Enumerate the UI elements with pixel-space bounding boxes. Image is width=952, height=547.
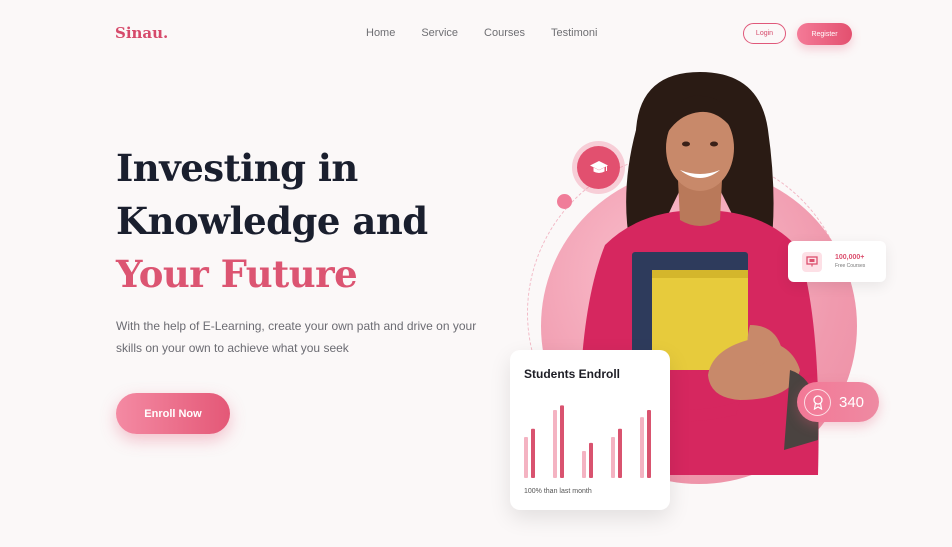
enroll-bar-chart bbox=[524, 405, 651, 478]
hero-title-line-3: Your Future bbox=[116, 252, 358, 296]
free-courses-count: 100,000+ bbox=[835, 254, 865, 261]
bar-1-2 bbox=[553, 410, 557, 478]
nav-testimoni[interactable]: Testimoni bbox=[551, 27, 597, 39]
hero-title-line-1: Investing in bbox=[116, 146, 358, 190]
nav-home[interactable]: Home bbox=[366, 27, 395, 39]
students-card-footer: 100% than last month bbox=[524, 488, 592, 495]
bar-2-1 bbox=[531, 428, 535, 478]
hero-title: Investing in Knowledge and Your Future bbox=[116, 142, 428, 301]
login-button[interactable]: Login bbox=[743, 23, 786, 44]
hero-title-line-2: Knowledge and bbox=[116, 199, 428, 243]
free-courses-card: 100,000+ Free Courses bbox=[788, 241, 886, 282]
nav-courses[interactable]: Courses bbox=[484, 27, 525, 39]
brand-logo[interactable]: Sinau. bbox=[115, 24, 168, 42]
bar-1-1 bbox=[524, 437, 528, 478]
nav-service[interactable]: Service bbox=[421, 27, 458, 39]
enroll-now-button[interactable]: Enroll Now bbox=[116, 393, 230, 434]
register-button[interactable]: Register bbox=[797, 23, 852, 45]
bar-2-5 bbox=[647, 410, 651, 478]
medal-icon bbox=[804, 388, 831, 416]
students-enroll-card: Students Endroll 100% than last month bbox=[510, 350, 670, 510]
free-courses-label: Free Courses bbox=[835, 263, 866, 269]
main-nav: Home Service Courses Testimoni bbox=[366, 27, 597, 39]
bar-1-4 bbox=[611, 437, 615, 478]
bar-2-2 bbox=[560, 405, 564, 478]
bar-2-3 bbox=[589, 442, 593, 478]
bar-1-5 bbox=[640, 417, 644, 478]
achievement-badge: 340 bbox=[797, 382, 879, 422]
students-card-title: Students Endroll bbox=[524, 367, 620, 381]
bar-2-4 bbox=[618, 428, 622, 478]
hero-description: With the help of E-Learning, create your… bbox=[116, 319, 477, 355]
presentation-icon bbox=[802, 251, 822, 272]
achievement-count: 340 bbox=[839, 393, 865, 411]
bar-1-3 bbox=[582, 451, 586, 478]
